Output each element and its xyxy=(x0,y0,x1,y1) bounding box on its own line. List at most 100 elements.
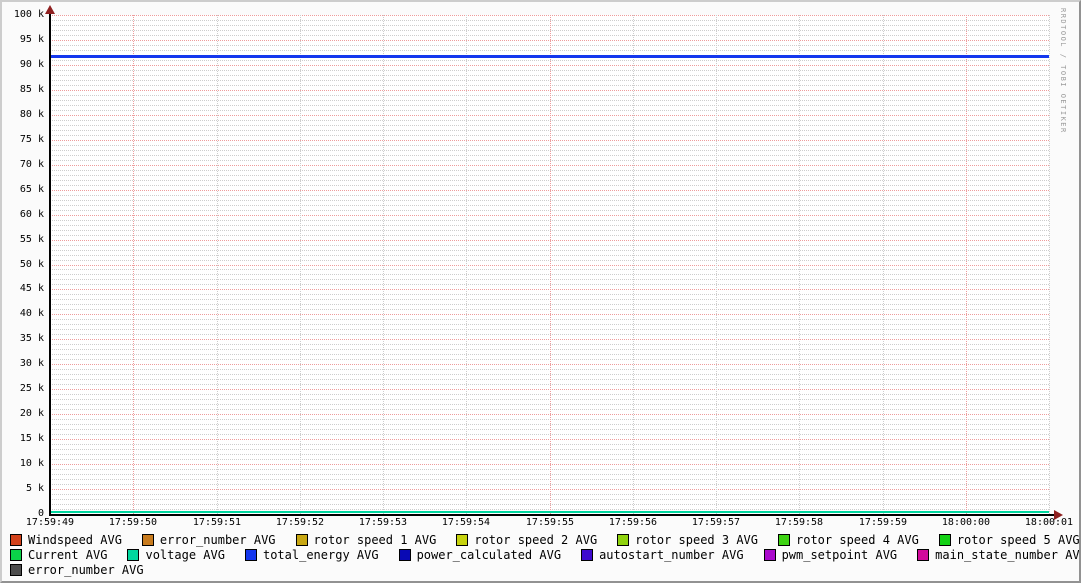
legend-row: error_number AVG xyxy=(10,562,1079,577)
v-gridline-minor xyxy=(216,15,218,514)
y-tick-label: 30 k xyxy=(19,358,44,369)
y-tick-label: 45 k xyxy=(19,283,44,294)
x-tick-label: 17:59:59 xyxy=(858,517,908,528)
plot-area xyxy=(50,15,1050,514)
v-gridline-major xyxy=(549,15,551,514)
y-tick-label: 15 k xyxy=(19,433,44,444)
x-tick-label: 17:59:49 xyxy=(25,517,75,528)
legend-swatch-power-calculated-avg xyxy=(398,548,411,561)
v-gridline-minor xyxy=(466,15,468,514)
legend-item-rotor-speed-1-avg: rotor speed 1 AVG xyxy=(295,532,437,547)
legend-label: power_calculated AVG xyxy=(416,547,562,562)
legend-item-error-number-avg: error_number AVG xyxy=(141,533,276,547)
y-tick-label: 10 k xyxy=(19,458,44,469)
x-tick-label: 17:59:58 xyxy=(774,517,824,528)
v-gridline-minor xyxy=(632,15,634,514)
legend-label: main_state_number AVG xyxy=(935,547,1081,562)
legend-item-error-number-avg: error_number AVG xyxy=(10,563,144,577)
x-tick-label: 17:59:52 xyxy=(275,517,325,528)
y-tick-label: 25 k xyxy=(19,383,44,394)
legend-swatch-voltage-avg xyxy=(127,548,140,561)
y-tick-label: 50 k xyxy=(19,259,44,270)
legend-item-power-calculated-avg: power_calculated AVG xyxy=(398,547,562,562)
y-tick-label: 55 k xyxy=(19,234,44,245)
y-tick-label: 35 k xyxy=(19,333,44,344)
x-tick-label: 17:59:56 xyxy=(608,517,658,528)
series-line-voltage-avg xyxy=(50,511,1049,513)
x-tick-label: 17:59:50 xyxy=(108,517,158,528)
legend-item-autostart-number-avg: autostart_number AVG xyxy=(581,548,744,562)
legend-item-windspeed-avg: Windspeed AVG xyxy=(10,533,122,547)
y-tick-label: 60 k xyxy=(19,209,44,220)
y-tick-label: 5 k xyxy=(25,483,44,494)
x-tick-label: 18:00:00 xyxy=(941,517,991,528)
v-gridline-minor xyxy=(299,15,301,514)
y-tick-label: 100 k xyxy=(13,9,44,20)
legend-swatch-windspeed-avg xyxy=(10,533,22,546)
v-gridline-minor xyxy=(1049,15,1050,514)
legend-item-rotor-speed-2-avg: rotor speed 2 AVG xyxy=(456,533,597,547)
legend-label: rotor speed 4 AVG xyxy=(796,532,919,547)
watermark: RRDTOOL / TOBI OETIKER xyxy=(1059,8,1067,134)
legend-label: Windspeed AVG xyxy=(28,532,122,547)
y-tick-label: 85 k xyxy=(19,84,44,95)
legend-swatch-autostart-number-avg xyxy=(581,548,594,561)
v-gridline-major xyxy=(133,15,135,514)
legend-label: rotor speed 3 AVG xyxy=(635,532,758,547)
legend-label: error_number AVG xyxy=(28,562,144,577)
legend-label: voltage AVG xyxy=(145,547,225,562)
legend-label: rotor speed 5 AVG xyxy=(956,532,1080,547)
x-tick-label: 17:59:54 xyxy=(441,517,491,528)
legend-label: autostart_number AVG xyxy=(599,547,744,562)
legend-swatch-current-avg xyxy=(10,548,22,561)
y-tick-label: 70 k xyxy=(19,159,44,170)
legend-row: Windspeed AVG error_number AVG rotor speed… xyxy=(10,532,1080,547)
legend-item-rotor-speed-3-avg: rotor speed 3 AVG xyxy=(617,533,758,547)
x-tick-label: 17:59:53 xyxy=(358,517,408,528)
legend-item-rotor-speed-5-avg: rotor speed 5 AVG xyxy=(938,532,1080,547)
legend-label: total_energy AVG xyxy=(262,547,379,562)
y-tick-label: 20 k xyxy=(19,408,44,419)
legend-item-main-state-number-avg: main_state_number AVG xyxy=(917,547,1081,562)
legend-swatch-rotor-speed-3-avg xyxy=(617,533,630,546)
y-tick-label: 65 k xyxy=(19,184,44,195)
legend-swatch-rotor-speed-2-avg xyxy=(456,533,469,546)
legend-swatch-rotor-speed-5-avg xyxy=(938,533,951,546)
legend-item-voltage-avg: voltage AVG xyxy=(127,547,225,562)
legend-item-total-energy-avg: total_energy AVG xyxy=(244,547,379,562)
legend-swatch-error-number-avg xyxy=(141,533,154,546)
legend-swatch-main-state-number-avg xyxy=(917,548,930,561)
v-gridline-minor xyxy=(882,15,884,514)
y-axis-line xyxy=(49,10,51,516)
legend-item-pwm-setpoint-avg: pwm_setpoint AVG xyxy=(763,547,898,562)
y-tick-label: 90 k xyxy=(19,59,44,70)
x-tick-label: 17:59:51 xyxy=(192,517,242,528)
series-line-total-energy-avg xyxy=(50,55,1049,58)
x-tick-label: 17:59:57 xyxy=(691,517,741,528)
v-gridline-minor xyxy=(383,15,384,514)
v-gridline-major xyxy=(965,15,967,514)
legend-swatch-error-number-avg xyxy=(10,563,22,576)
x-tick-label: 17:59:55 xyxy=(525,517,575,528)
x-axis-line xyxy=(50,514,1054,516)
y-tick-label: 75 k xyxy=(19,134,44,145)
legend-label: Current AVG xyxy=(28,547,108,562)
legend-item-current-avg: Current AVG xyxy=(10,548,107,562)
y-tick-label: 40 k xyxy=(19,308,44,319)
legend-swatch-rotor-speed-1-avg xyxy=(295,533,308,546)
x-tick-label: 18:00:01 xyxy=(1024,517,1074,528)
y-tick-label: 95 k xyxy=(19,34,44,45)
rrdtool-graph: 05 k 10 k 15 k 20 k 25 k 30 k 35 k 40 k 45 k 50 k… xyxy=(0,0,1081,583)
v-gridline-minor xyxy=(799,15,801,514)
y-tick-label: 80 k xyxy=(19,109,44,120)
y-axis-arrow-icon xyxy=(45,5,55,14)
legend-label: rotor speed 2 AVG xyxy=(474,532,598,547)
legend: Windspeed AVG error_number AVG rotor speed… xyxy=(10,532,1081,577)
legend-swatch-pwm-setpoint-avg xyxy=(763,548,776,561)
legend-label: pwm_setpoint AVG xyxy=(781,547,898,562)
legend-item-rotor-speed-4-avg: rotor speed 4 AVG xyxy=(778,533,919,547)
legend-swatch-total-energy-avg xyxy=(244,548,257,561)
v-gridline-minor xyxy=(716,15,717,514)
legend-label: rotor speed 1 AVG xyxy=(313,532,437,547)
legend-swatch-rotor-speed-4-avg xyxy=(778,533,790,546)
